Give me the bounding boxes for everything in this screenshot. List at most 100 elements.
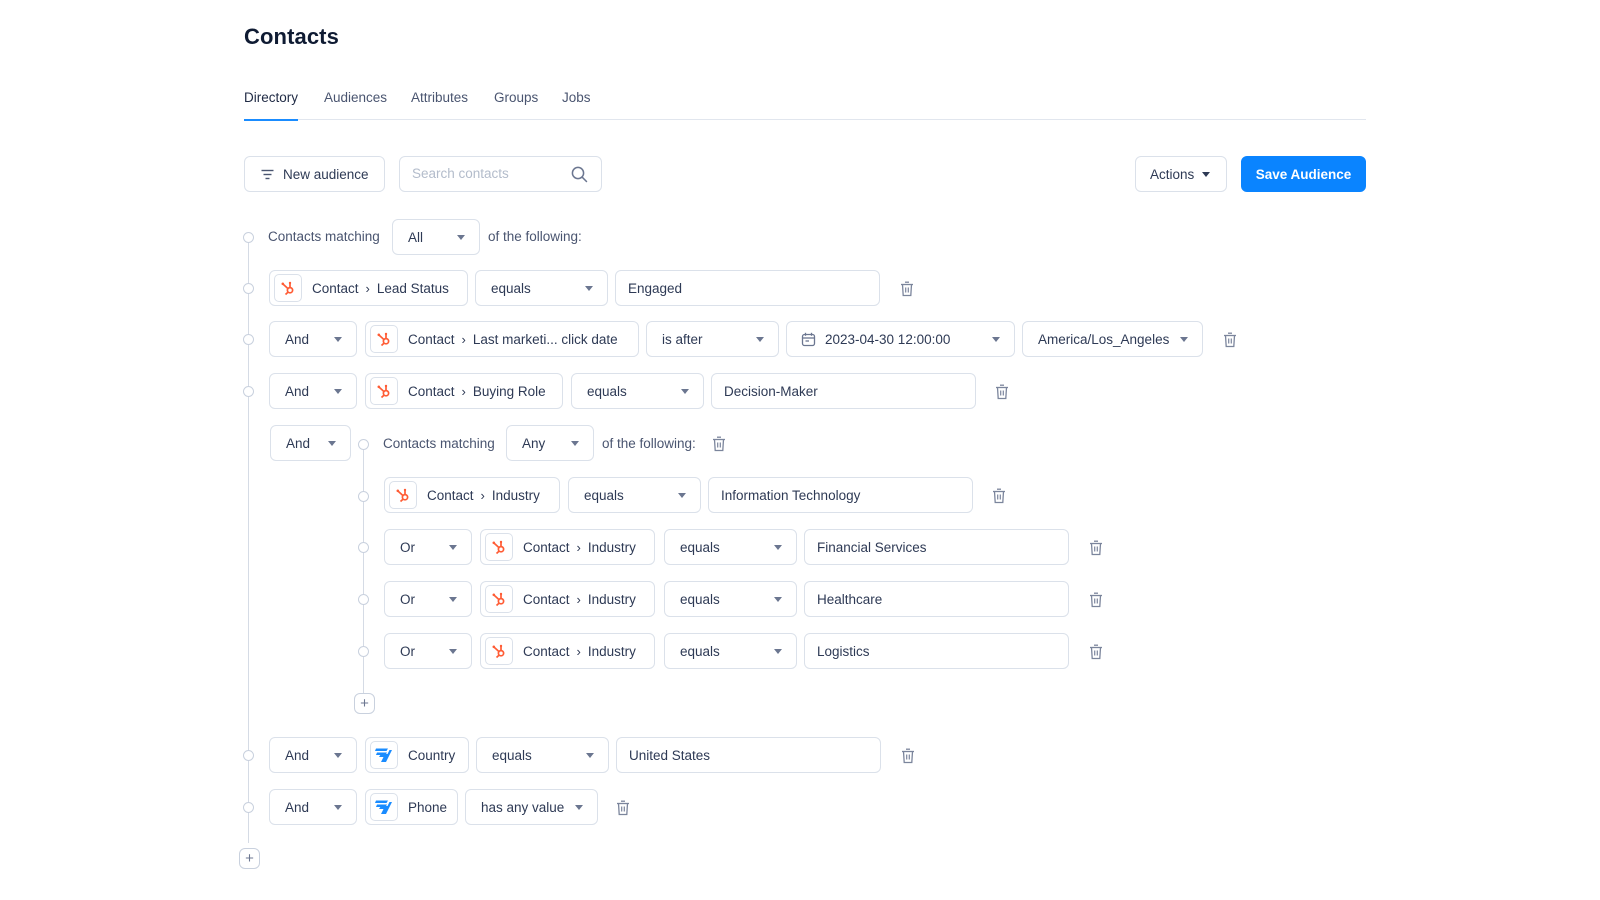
tab-bar: Directory Audiences Attributes Groups Jo… — [244, 86, 1366, 121]
search-input[interactable] — [412, 166, 562, 181]
new-audience-button[interactable]: New audience — [244, 156, 385, 192]
chevron-right-icon: › — [365, 280, 370, 296]
connector-select[interactable]: And — [270, 425, 351, 461]
trash-icon[interactable] — [995, 384, 1009, 400]
trash-icon[interactable] — [616, 800, 630, 816]
operator-select[interactable]: equals — [664, 529, 797, 565]
property-field[interactable]: Contact › Industry — [480, 581, 655, 617]
hubspot-icon — [370, 325, 398, 353]
operator-select[interactable]: has any value — [465, 789, 598, 825]
connector-select[interactable]: Or — [384, 581, 472, 617]
property-field[interactable]: Contact › Last marketi... click date — [365, 321, 639, 357]
connector-value: And — [285, 747, 310, 763]
operator-select[interactable]: equals — [476, 737, 609, 773]
value-input[interactable]: Information Technology — [708, 477, 973, 513]
value-input[interactable]: Financial Services — [804, 529, 1069, 565]
value-text: Information Technology — [721, 487, 861, 503]
chevron-right-icon: › — [576, 591, 581, 607]
caret-down-icon — [774, 545, 782, 550]
connector-select[interactable]: Or — [384, 529, 472, 565]
tab-jobs[interactable]: Jobs — [562, 90, 591, 120]
save-audience-button[interactable]: Save Audience — [1241, 156, 1366, 192]
property-name: Lead Status — [376, 280, 449, 296]
connector-select[interactable]: And — [269, 737, 357, 773]
property-field[interactable]: Contact › Industry — [480, 633, 655, 669]
connector-select[interactable]: And — [269, 321, 357, 357]
caret-down-icon — [774, 649, 782, 654]
trash-icon[interactable] — [1089, 644, 1103, 660]
root-matching-suffix: of the following: — [488, 229, 582, 244]
caret-down-icon — [457, 235, 465, 240]
nested-match-select[interactable]: Any — [506, 425, 594, 461]
operator-select[interactable]: equals — [568, 477, 701, 513]
hubspot-icon — [485, 637, 513, 665]
tab-attributes[interactable]: Attributes — [411, 90, 468, 120]
property-field[interactable]: Contact › Industry — [384, 477, 560, 513]
date-picker[interactable]: 2023-04-30 12:00:00 — [786, 321, 1015, 357]
actions-label: Actions — [1150, 166, 1195, 182]
operator-value: equals — [680, 591, 720, 607]
caret-down-icon — [774, 597, 782, 602]
hubspot-icon — [370, 377, 398, 405]
trash-icon[interactable] — [1089, 540, 1103, 556]
operator-select[interactable]: equals — [664, 581, 797, 617]
operator-select[interactable]: equals — [664, 633, 797, 669]
search-icon[interactable] — [571, 166, 588, 183]
value-input[interactable]: Healthcare — [804, 581, 1069, 617]
property-field[interactable]: Phone — [365, 789, 458, 825]
value-input[interactable]: Logistics — [804, 633, 1069, 669]
filter-lines-icon — [261, 169, 274, 179]
root-match-select[interactable]: All — [392, 219, 480, 255]
timezone-select[interactable]: America/Los_Angeles — [1022, 321, 1203, 357]
property-field[interactable]: Contact › Buying Role — [365, 373, 563, 409]
property-object: Contact — [523, 539, 570, 555]
add-nested-condition-button[interactable]: + — [354, 693, 375, 714]
property-field[interactable]: Contact › Industry — [480, 529, 655, 565]
trash-icon[interactable] — [1089, 592, 1103, 608]
connector-select[interactable]: And — [269, 789, 357, 825]
trash-icon[interactable] — [1223, 332, 1237, 348]
property-field[interactable]: Contact › Lead Status — [269, 270, 468, 306]
tab-directory[interactable]: Directory — [244, 90, 299, 121]
operator-value: equals — [680, 539, 720, 555]
trash-icon[interactable] — [992, 488, 1006, 504]
connector-value: Or — [400, 591, 415, 607]
tree-node — [243, 232, 254, 243]
chevron-right-icon: › — [480, 487, 485, 503]
value-input[interactable]: Engaged — [615, 270, 880, 306]
nested-tree-line — [363, 449, 364, 694]
connector-select[interactable]: Or — [384, 633, 472, 669]
connector-value: Or — [400, 539, 415, 555]
tab-groups[interactable]: Groups — [494, 90, 538, 120]
property-name: Buying Role — [472, 383, 546, 399]
actions-button[interactable]: Actions — [1135, 156, 1227, 192]
operator-select[interactable]: is after — [646, 321, 779, 357]
connector-value: And — [285, 383, 310, 399]
tab-audiences[interactable]: Audiences — [324, 90, 387, 120]
operator-value: has any value — [481, 799, 565, 815]
caret-down-icon — [449, 545, 457, 550]
property-field[interactable]: Country — [365, 737, 469, 773]
operator-value: equals — [587, 383, 627, 399]
add-condition-button[interactable]: + — [239, 848, 260, 869]
operator-select[interactable]: equals — [571, 373, 704, 409]
chevron-right-icon: › — [461, 383, 466, 399]
hubspot-icon — [274, 274, 302, 302]
tree-node — [243, 334, 254, 345]
operator-select[interactable]: equals — [475, 270, 608, 306]
trash-icon[interactable] — [900, 281, 914, 297]
value-input[interactable]: United States — [616, 737, 881, 773]
value-input[interactable]: Decision-Maker — [711, 373, 976, 409]
property-name: Industry — [587, 539, 636, 555]
caret-down-icon — [1180, 337, 1188, 342]
nested-matching-prefix: Contacts matching — [383, 436, 495, 451]
tree-node — [243, 750, 254, 761]
root-match-value: All — [408, 229, 424, 245]
connector-select[interactable]: And — [269, 373, 357, 409]
caret-down-icon — [585, 286, 593, 291]
internal-source-icon — [370, 741, 398, 769]
property-object: Contact — [523, 591, 570, 607]
property-name: Industry — [587, 591, 636, 607]
trash-icon[interactable] — [712, 436, 726, 452]
trash-icon[interactable] — [901, 748, 915, 764]
